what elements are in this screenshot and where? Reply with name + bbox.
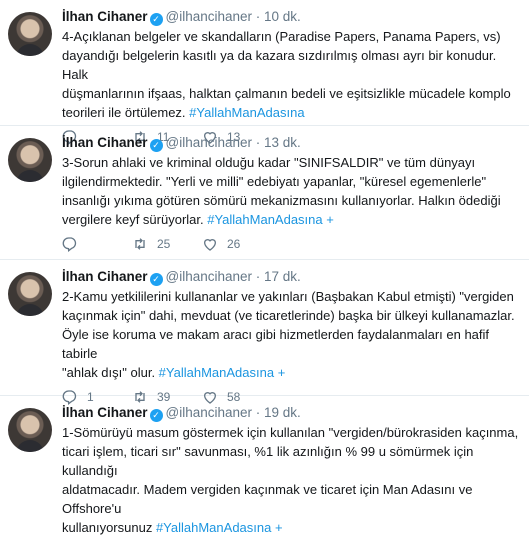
hashtag-link[interactable]: #YallahManAdasına bbox=[159, 365, 274, 380]
author-name[interactable]: İlhan Cihaner bbox=[62, 135, 148, 150]
tweet[interactable]: İlhan Cihaner ✓ @ilhancihaner · 13 dk. 3-S… bbox=[0, 126, 529, 260]
tweet-header: İlhan Cihaner ✓ @ilhancihaner · 17 dk. bbox=[62, 268, 519, 286]
tweet-timestamp[interactable]: 19 dk. bbox=[264, 405, 301, 420]
tweet-header: İlhan Cihaner ✓ @ilhancihaner · 19 dk. bbox=[62, 404, 519, 422]
tweet-actions: 25 26 bbox=[62, 229, 519, 259]
hashtag-link[interactable]: #YallahManAdasına bbox=[156, 520, 271, 535]
like-count: 26 bbox=[227, 237, 241, 251]
author-handle[interactable]: @ilhancihaner bbox=[166, 405, 253, 420]
separator-dot: · bbox=[252, 405, 265, 420]
verified-badge-icon: ✓ bbox=[149, 13, 163, 26]
tweet-timestamp[interactable]: 13 dk. bbox=[264, 135, 301, 150]
tweet-body: 1-Sömürüyü masum göstermek için kullanıl… bbox=[62, 425, 519, 535]
retweet-button[interactable]: 25 bbox=[132, 236, 202, 252]
hashtag-link[interactable]: #YallahManAdasına bbox=[207, 212, 322, 227]
tweet-timestamp[interactable]: 10 dk. bbox=[264, 9, 301, 24]
show-more-link[interactable]: + bbox=[271, 520, 283, 535]
tweet-header: İlhan Cihaner ✓ @ilhancihaner · 13 dk. bbox=[62, 134, 519, 152]
reply-icon bbox=[62, 237, 77, 252]
retweet-count: 25 bbox=[157, 237, 171, 251]
tweet-body: 2-Kamu yetkililerini kullananlar ve yakı… bbox=[62, 289, 515, 380]
like-icon bbox=[203, 239, 217, 251]
avatar[interactable] bbox=[8, 272, 52, 316]
tweet-text: 2-Kamu yetkililerini kullananlar ve yakı… bbox=[62, 287, 519, 382]
hashtag-link[interactable]: #YallahManAdasına bbox=[189, 105, 304, 120]
tweet-timestamp[interactable]: 17 dk. bbox=[264, 269, 301, 284]
like-button[interactable]: 26 bbox=[202, 236, 272, 252]
reply-button[interactable] bbox=[62, 236, 132, 252]
tweet-text: 4-Açıklanan belgeler ve skandalların (Pa… bbox=[62, 27, 519, 122]
tweet[interactable]: İlhan Cihaner ✓ @ilhancihaner · 19 dk. 1-S… bbox=[0, 396, 529, 535]
author-name[interactable]: İlhan Cihaner bbox=[62, 405, 148, 420]
separator-dot: · bbox=[252, 9, 265, 24]
author-name[interactable]: İlhan Cihaner bbox=[62, 269, 148, 284]
tweet-text: 1-Sömürüyü masum göstermek için kullanıl… bbox=[62, 423, 519, 537]
tweet-header: İlhan Cihaner ✓ @ilhancihaner · 10 dk. bbox=[62, 8, 519, 26]
verified-badge-icon: ✓ bbox=[149, 273, 163, 286]
avatar[interactable] bbox=[8, 408, 52, 452]
retweet-icon bbox=[135, 238, 145, 250]
author-name[interactable]: İlhan Cihaner bbox=[62, 9, 148, 24]
show-more-link[interactable]: + bbox=[274, 365, 286, 380]
tweet-feed: İlhan Cihaner ✓ @ilhancihaner · 10 dk. 4-A… bbox=[0, 0, 529, 535]
show-more-link[interactable]: + bbox=[323, 212, 334, 227]
separator-dot: · bbox=[252, 135, 265, 150]
avatar[interactable] bbox=[8, 138, 52, 182]
tweet[interactable]: İlhan Cihaner ✓ @ilhancihaner · 10 dk. 4-A… bbox=[0, 0, 529, 145]
verified-badge-icon: ✓ bbox=[149, 409, 163, 422]
author-handle[interactable]: @ilhancihaner bbox=[166, 135, 253, 150]
separator-dot: · bbox=[252, 269, 265, 284]
tweet-text: 3-Sorun ahlaki ve kriminal olduğu kadar … bbox=[62, 153, 519, 229]
author-handle[interactable]: @ilhancihaner bbox=[166, 269, 253, 284]
avatar[interactable] bbox=[8, 12, 52, 56]
verified-badge-icon: ✓ bbox=[149, 139, 163, 152]
author-handle[interactable]: @ilhancihaner bbox=[166, 9, 253, 24]
tweet[interactable]: İlhan Cihaner ✓ @ilhancihaner · 17 dk. 2-K… bbox=[0, 260, 529, 405]
